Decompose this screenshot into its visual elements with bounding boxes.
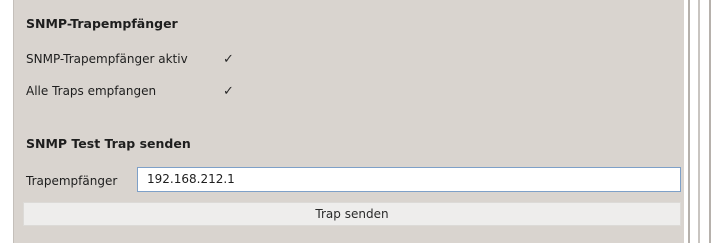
scrollbar-track-line: [709, 0, 711, 243]
trap-receiver-ip-input[interactable]: 192.168.212.1: [137, 167, 681, 192]
panel-border: [13, 0, 14, 243]
trap-receiver-heading: SNMP-Trapempfänger: [26, 16, 178, 31]
scrollbar-track-line: [688, 0, 690, 243]
trap-receiver-active-checkbox[interactable]: ✓: [223, 53, 234, 67]
trap-receiver-active-label: SNMP-Trapempfänger aktiv: [26, 52, 188, 66]
test-trap-heading: SNMP Test Trap senden: [26, 136, 191, 151]
all-traps-checkbox[interactable]: ✓: [223, 85, 234, 99]
send-trap-button[interactable]: Trap senden: [23, 202, 681, 226]
all-traps-label: Alle Traps empfangen: [26, 84, 157, 98]
trap-receiver-field-label: Trapempfänger: [26, 174, 118, 188]
scrollbar-track-line: [698, 0, 700, 243]
